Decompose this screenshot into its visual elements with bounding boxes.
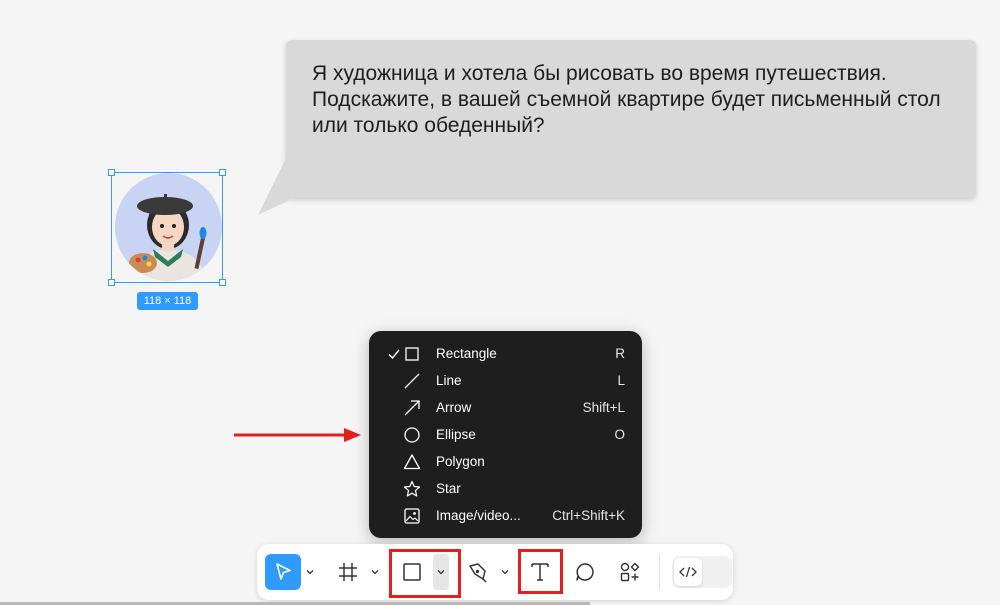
speech-bubble-tail (258, 150, 290, 215)
menu-item-label: Arrow (436, 400, 472, 415)
shapes-plus-icon (620, 562, 640, 582)
chevron-down-icon (371, 570, 379, 575)
resize-handle-bottom-left[interactable] (108, 279, 115, 286)
dev-mode-toggle[interactable] (672, 556, 732, 588)
comment-tool-button[interactable] (567, 554, 603, 590)
menu-item-rectangle[interactable]: Rectangle R (369, 341, 642, 367)
menu-item-label: Star (436, 481, 461, 496)
size-badge: 118 × 118 (137, 292, 198, 310)
rectangle-icon (405, 347, 419, 361)
menu-item-label: Polygon (436, 454, 485, 469)
pen-tool-caret[interactable] (498, 554, 512, 590)
resize-handle-bottom-right[interactable] (219, 279, 226, 286)
resize-handle-top-left[interactable] (108, 169, 115, 176)
frame-tool-button[interactable] (330, 554, 366, 590)
pen-tool-button[interactable] (459, 554, 495, 590)
menu-item-label: Rectangle (436, 346, 497, 361)
resize-handle-top-right[interactable] (219, 169, 226, 176)
image-icon (404, 508, 420, 524)
chevron-down-icon (501, 570, 509, 575)
arrow-icon (404, 400, 420, 416)
menu-item-star[interactable]: Star (369, 476, 642, 502)
menu-item-arrow[interactable]: Arrow Shift+L (369, 395, 642, 421)
toolbar-divider (659, 554, 660, 590)
menu-item-shortcut: R (615, 346, 625, 361)
menu-item-ellipse[interactable]: Ellipse O (369, 422, 642, 448)
frame-tool-caret[interactable] (368, 554, 382, 590)
pen-icon (469, 563, 487, 583)
star-icon (403, 480, 421, 497)
actions-tool-button[interactable] (612, 554, 648, 590)
menu-item-label: Ellipse (436, 427, 476, 442)
frame-icon (339, 563, 357, 581)
dev-mode-knob (674, 558, 702, 586)
selection-frame[interactable] (111, 172, 223, 283)
speech-bubble-text: Я художница и хотела бы рисовать во врем… (312, 62, 941, 137)
comment-icon (576, 563, 594, 581)
checkmark-icon (388, 349, 400, 360)
menu-item-label: Line (436, 373, 462, 388)
red-arrow-annotation (234, 428, 361, 442)
menu-item-line[interactable]: Line L (369, 368, 642, 394)
menu-item-shortcut: Shift+L (582, 400, 625, 415)
highlight-shape-tool (389, 549, 461, 598)
code-icon (679, 566, 697, 578)
menu-item-shortcut: L (617, 373, 625, 388)
move-tool-button[interactable] (265, 554, 301, 590)
menu-item-label: Image/video... (436, 508, 521, 523)
move-tool-caret[interactable] (303, 554, 317, 590)
ellipse-icon (404, 427, 420, 443)
highlight-text-tool (518, 549, 563, 594)
menu-item-image-video[interactable]: Image/video... Ctrl+Shift+K (369, 503, 642, 529)
menu-item-polygon[interactable]: Polygon (369, 449, 642, 475)
bottom-toolbar (257, 544, 733, 600)
polygon-icon (403, 454, 421, 470)
line-icon (404, 373, 420, 389)
menu-item-shortcut: Ctrl+Shift+K (552, 508, 625, 523)
shape-dropdown-menu: Rectangle R Line L Arrow Shift+L Ellipse… (369, 331, 642, 538)
chevron-down-icon (306, 570, 314, 575)
cursor-icon (276, 563, 291, 580)
menu-item-shortcut: O (614, 427, 625, 442)
